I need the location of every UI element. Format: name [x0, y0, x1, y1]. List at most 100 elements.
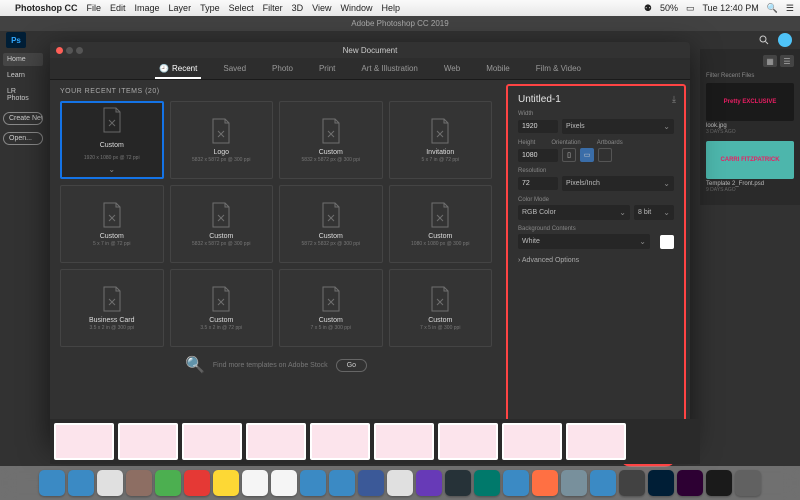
recent-thumb[interactable]: CARRI FITZPATRICK [706, 141, 794, 179]
menu-edit[interactable]: Edit [110, 3, 126, 13]
grid-view-icon[interactable]: ▦ [763, 55, 777, 67]
list-view-icon[interactable]: ☰ [780, 55, 794, 67]
wifi-icon[interactable]: ⚉ [644, 3, 652, 14]
height-input[interactable] [518, 149, 558, 162]
bg-swatch[interactable] [660, 235, 674, 249]
film-thumb[interactable] [438, 423, 498, 460]
dock-app-icon[interactable] [648, 470, 674, 496]
sidebar-item-learn[interactable]: Learn [3, 69, 43, 82]
artboards-checkbox[interactable] [598, 148, 612, 162]
menu-help[interactable]: Help [381, 3, 400, 13]
preset-item[interactable]: Custom1080 x 1080 px @ 300 ppi [389, 185, 493, 263]
dock-app-icon[interactable] [271, 470, 297, 496]
doc-title-input[interactable]: Untitled-1 [518, 94, 674, 105]
film-thumb[interactable] [182, 423, 242, 460]
film-thumb[interactable] [246, 423, 306, 460]
tab-recent[interactable]: 🕘 Recent [147, 58, 209, 79]
menu-image[interactable]: Image [135, 3, 160, 13]
tab-art-illustration[interactable]: Art & Illustration [349, 58, 429, 79]
orient-landscape-button[interactable]: ▭ [580, 148, 594, 162]
advanced-toggle[interactable]: › Advanced Options [518, 257, 674, 264]
dock-app-icon[interactable] [213, 470, 239, 496]
dock-app-icon[interactable] [474, 470, 500, 496]
dock-app-icon[interactable] [126, 470, 152, 496]
preset-item[interactable]: Custom7 x 5 in @ 300 ppi [279, 269, 383, 347]
dock-app-icon[interactable] [242, 470, 268, 496]
tab-film-video[interactable]: Film & Video [524, 58, 593, 79]
preset-item[interactable]: Custom5832 x 5872 px @ 300 ppi [170, 185, 274, 263]
recent-thumb[interactable]: Pretty EXCLUSIVE [706, 83, 794, 121]
resolution-unit-select[interactable]: Pixels/Inch [562, 176, 674, 191]
dock-app-icon[interactable] [184, 470, 210, 496]
colormode-select[interactable]: RGB Color [518, 205, 630, 220]
dock-app-icon[interactable] [677, 470, 703, 496]
dock-app-icon[interactable] [300, 470, 326, 496]
menu-select[interactable]: Select [229, 3, 254, 13]
stock-search-placeholder[interactable]: Find more templates on Adobe Stock [213, 362, 328, 369]
preset-item[interactable]: Custom7 x 5 in @ 300 ppi [389, 269, 493, 347]
preset-item[interactable]: Custom3.5 x 2 in @ 72 ppi [170, 269, 274, 347]
app-name[interactable]: Photoshop CC [15, 3, 78, 13]
dock-app-icon[interactable] [619, 470, 645, 496]
film-thumb[interactable] [566, 423, 626, 460]
tab-saved[interactable]: Saved [211, 58, 258, 79]
spotlight-icon[interactable]: 🔍 [767, 3, 778, 14]
menu-window[interactable]: Window [340, 3, 372, 13]
sidebar-item-home[interactable]: Home [3, 53, 43, 66]
ps-logo-icon[interactable]: Ps [6, 32, 26, 48]
dock-app-icon[interactable] [39, 470, 65, 496]
menu-filter[interactable]: Filter [263, 3, 283, 13]
dock-app-icon[interactable] [706, 470, 732, 496]
film-thumb[interactable] [54, 423, 114, 460]
film-thumb[interactable] [310, 423, 370, 460]
bg-select[interactable]: White [518, 234, 650, 249]
menu-file[interactable]: File [87, 3, 102, 13]
tab-mobile[interactable]: Mobile [474, 58, 522, 79]
go-button[interactable]: Go [336, 359, 367, 372]
open-button[interactable]: Open... [3, 132, 43, 145]
preset-item[interactable]: Custom5 x 7 in @ 72 ppi [60, 185, 164, 263]
width-unit-select[interactable]: Pixels [562, 119, 674, 134]
search-icon[interactable] [758, 34, 770, 46]
dock-app-icon[interactable] [155, 470, 181, 496]
preset-item[interactable]: Business Card3.5 x 2 in @ 300 ppi [60, 269, 164, 347]
menu-layer[interactable]: Layer [169, 3, 192, 13]
film-thumb[interactable] [502, 423, 562, 460]
tab-photo[interactable]: Photo [260, 58, 305, 79]
dock-app-icon[interactable] [561, 470, 587, 496]
dock-app-icon[interactable] [735, 470, 761, 496]
dock-app-icon[interactable] [68, 470, 94, 496]
notif-icon[interactable]: ☰ [786, 3, 794, 14]
dock-app-icon[interactable] [387, 470, 413, 496]
sidebar-item-lrphotos[interactable]: LR Photos [3, 85, 43, 105]
menu-view[interactable]: View [312, 3, 331, 13]
dock-app-icon[interactable] [358, 470, 384, 496]
dock-app-icon[interactable] [532, 470, 558, 496]
preset-item[interactable]: Custom1920 x 1080 px @ 72 ppi [60, 101, 164, 179]
resolution-input[interactable] [518, 177, 558, 190]
dock-app-icon[interactable] [590, 470, 616, 496]
orient-portrait-button[interactable]: ▯ [562, 148, 576, 162]
preset-item[interactable]: Invitation5 x 7 in @ 72 ppi [389, 101, 493, 179]
tab-print[interactable]: Print [307, 58, 347, 79]
avatar[interactable] [778, 33, 792, 47]
width-input[interactable] [518, 120, 558, 133]
tab-web[interactable]: Web [432, 58, 472, 79]
film-thumb[interactable] [118, 423, 178, 460]
bitdepth-select[interactable]: 8 bit [634, 205, 674, 220]
menu-type[interactable]: Type [200, 3, 220, 13]
preset-item[interactable]: Logo5832 x 5872 px @ 300 ppi [170, 101, 274, 179]
dock-app-icon[interactable] [445, 470, 471, 496]
dock-app-icon[interactable] [329, 470, 355, 496]
clock[interactable]: Tue 12:40 PM [703, 3, 759, 13]
dock-app-icon[interactable] [416, 470, 442, 496]
film-thumb[interactable] [374, 423, 434, 460]
create-new-button[interactable]: Create New [3, 112, 43, 125]
preset-item[interactable]: Custom5832 x 5872 px @ 300 ppi [279, 101, 383, 179]
dock-app-icon[interactable] [97, 470, 123, 496]
preset-item[interactable]: Custom5872 x 5832 px @ 300 ppi [279, 185, 383, 263]
dock-app-icon[interactable] [503, 470, 529, 496]
menu-3d[interactable]: 3D [292, 3, 304, 13]
preset-details-panel: ⤓ Untitled-1 Width Pixels Height Orienta… [506, 84, 686, 436]
save-preset-icon[interactable]: ⤓ [672, 94, 676, 105]
